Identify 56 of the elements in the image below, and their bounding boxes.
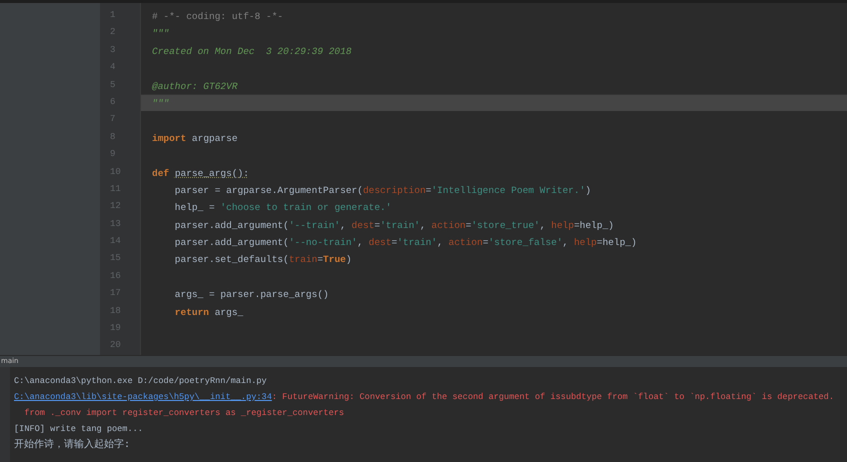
code-text: =help_) [596,237,637,248]
code-text: , [437,237,444,248]
docstring-text: @author: GT62VR [152,80,238,92]
code-text: , [420,220,427,231]
parameter-name: action [431,220,466,231]
console-output: C:\anaconda3\python.exe D:/code/poetryRnn/main.py [14,376,267,386]
code-text: , [340,220,347,231]
string-literal: 'choose to train or generate.' [220,202,392,214]
parameter-name: help [551,220,574,231]
string-literal: 'store_true' [471,220,540,231]
code-text: =help_) [574,220,614,231]
code-text: , [540,220,546,231]
code-text: args_ [214,306,244,318]
code-keyword: return [174,306,210,318]
code-text: = [426,184,432,196]
code-text: help_ = [174,202,216,214]
string-literal: '--train' [288,220,340,231]
code-keyword: def [152,168,170,179]
docstring-text: """ [152,28,170,40]
string-literal: '--no-train' [288,237,358,248]
docstring-text: Created on Mon Dec 3 20:29:39 2018 [152,46,352,57]
code-text: = [466,220,472,231]
docstring-text: """ [152,98,170,109]
code-keyword: import [152,132,186,144]
code-keyword: True [323,254,346,266]
error-text: : FutureWarning: Conversion of the second argument of issubdtype from `float` to `np.floating` is deprecated. [272,392,834,402]
string-literal: 'train' [380,220,420,231]
parameter-name: description [362,184,426,196]
parameter-name: dest [352,220,374,231]
console-output: [INFO] write tang poem... [14,424,143,434]
code-text: = [391,237,398,248]
code-text: argparse [190,132,238,144]
code-text: args_ = parser.parse_args() [174,289,329,300]
code-text: parser = argparse.ArgumentParser( [174,184,363,196]
code-text: ) [346,254,352,266]
error-text: from ._conv import register_converters as _register_converters [23,408,344,418]
file-link[interactable]: C:\anaconda3\lib\site-packages\h5py\__init__.py:34 [14,392,272,402]
string-literal: 'Intelligence Poem Writer.' [431,184,586,196]
code-text: = [317,254,324,266]
code-text: parser.add_argument( [174,237,289,248]
code-text: parser.add_argument( [174,220,289,231]
code-text: = [374,220,380,231]
code-comment: # -*- coding: utf-8 -*- [152,11,284,22]
parameter-name: help [574,237,597,248]
code-text: = [482,237,488,248]
console-output: 开始作诗，请输入起始字: [14,438,130,450]
code-text: parser.set_defaults( [174,254,289,266]
string-literal: 'store_false' [488,237,563,248]
parameter-name: train [288,254,318,266]
parameter-name: dest [368,237,392,248]
code-text: , [562,237,570,248]
code-text: , [357,237,364,248]
function-name: parse_args(): [174,168,249,179]
string-literal: 'train' [397,237,438,248]
parameter-name: action [448,237,483,248]
code-text: ) [585,184,591,196]
